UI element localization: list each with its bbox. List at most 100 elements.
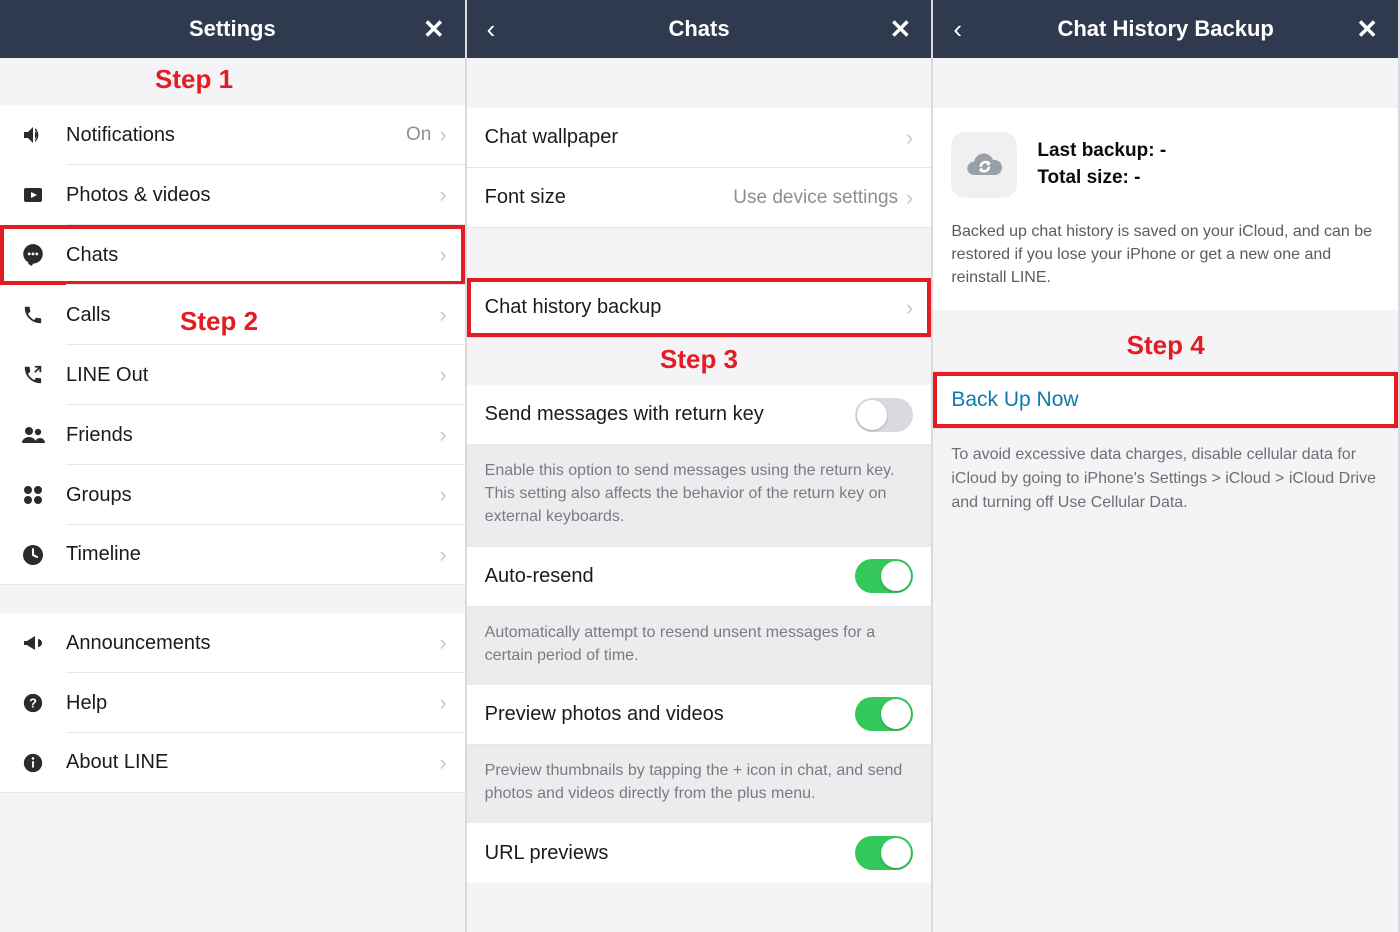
row-label: Notifications	[66, 124, 406, 147]
toggle-url-previews[interactable]	[855, 836, 913, 870]
chevron-right-icon: ›	[906, 125, 913, 151]
chats-row-autoresend[interactable]: Auto-resend	[467, 547, 932, 607]
svg-text:?: ?	[29, 696, 37, 711]
section-gap	[933, 58, 1398, 108]
section-gap	[467, 58, 932, 108]
settings-row-lineout[interactable]: LINE Out ›	[0, 345, 465, 405]
navbar-settings: Settings ✕	[0, 0, 465, 58]
back-icon[interactable]: ‹	[943, 8, 972, 51]
row-label: Help	[66, 692, 439, 715]
last-backup-text: Last backup: -	[1037, 138, 1166, 165]
volume-icon	[18, 120, 48, 150]
note-return-key: Enable this option to send messages usin…	[467, 445, 932, 547]
chats-group-returnkey: Send messages with return key	[467, 385, 932, 445]
chat-icon	[18, 240, 48, 270]
chats-group-backup: Chat history backup ›	[467, 278, 932, 338]
row-label: LINE Out	[66, 364, 439, 387]
navbar-title: Settings	[189, 16, 276, 42]
settings-list-2: Announcements › ? Help › About LINE ›	[0, 613, 465, 793]
row-label: Chat wallpaper	[485, 126, 906, 149]
chats-group-preview: Preview photos and videos	[467, 685, 932, 745]
row-label: Chat history backup	[485, 296, 906, 319]
chats-row-url-previews[interactable]: URL previews	[467, 823, 932, 883]
settings-list-1: Notifications On › Photos & videos › Cha…	[0, 105, 465, 585]
settings-row-notifications[interactable]: Notifications On ›	[0, 105, 465, 165]
chevron-right-icon: ›	[439, 630, 446, 656]
chats-group-autoresend: Auto-resend	[467, 547, 932, 607]
row-label: Photos & videos	[66, 184, 439, 207]
groups-icon	[18, 480, 48, 510]
toggle-preview[interactable]	[855, 697, 913, 731]
row-label: Send messages with return key	[485, 403, 856, 426]
settings-row-groups[interactable]: Groups ›	[0, 465, 465, 525]
settings-row-announcements[interactable]: Announcements ›	[0, 613, 465, 673]
info-icon	[18, 748, 48, 778]
settings-row-about[interactable]: About LINE ›	[0, 733, 465, 793]
settings-row-chats[interactable]: Chats ›	[0, 225, 465, 285]
chats-row-history-backup[interactable]: Chat history backup ›	[467, 278, 932, 338]
step-3-label: Step 3	[467, 338, 932, 385]
navbar-backup: ‹ Chat History Backup ✕	[933, 0, 1398, 58]
step-4-label: Step 4	[933, 310, 1398, 371]
chevron-right-icon: ›	[906, 185, 913, 211]
step-1-label: Step 1	[0, 58, 465, 105]
chats-row-preview[interactable]: Preview photos and videos	[467, 685, 932, 745]
backup-info-card: Last backup: - Total size: -	[933, 108, 1398, 210]
row-label: URL previews	[485, 842, 856, 865]
row-label: Preview photos and videos	[485, 703, 856, 726]
chevron-right-icon: ›	[906, 295, 913, 321]
chevron-right-icon: ›	[439, 690, 446, 716]
settings-row-friends[interactable]: Friends ›	[0, 405, 465, 465]
chevron-right-icon: ›	[439, 182, 446, 208]
backup-footnote: To avoid excessive data charges, disable…	[933, 429, 1398, 529]
media-icon	[18, 180, 48, 210]
row-label: About LINE	[66, 751, 439, 774]
chats-row-wallpaper[interactable]: Chat wallpaper ›	[467, 108, 932, 168]
row-value: On	[406, 124, 431, 146]
cloud-sync-icon	[951, 132, 1017, 198]
help-icon: ?	[18, 688, 48, 718]
close-icon[interactable]: ✕	[413, 8, 455, 51]
toggle-autoresend[interactable]	[855, 559, 913, 593]
toggle-return-key[interactable]	[855, 398, 913, 432]
chats-group-urlpreviews: URL previews	[467, 823, 932, 883]
chats-row-return-key[interactable]: Send messages with return key	[467, 385, 932, 445]
step-2-label: Step 2	[0, 300, 465, 347]
row-label: Auto-resend	[485, 565, 856, 588]
back-icon[interactable]: ‹	[477, 8, 506, 51]
row-value: Use device settings	[733, 187, 898, 209]
chevron-right-icon: ›	[439, 482, 446, 508]
chats-row-fontsize[interactable]: Font size Use device settings ›	[467, 168, 932, 228]
backup-now-button[interactable]: Back Up Now	[933, 371, 1398, 429]
settings-row-photos-videos[interactable]: Photos & videos ›	[0, 165, 465, 225]
settings-row-help[interactable]: ? Help ›	[0, 673, 465, 733]
section-gap	[467, 228, 932, 278]
screen-backup: ‹ Chat History Backup ✕ Last backup: - T…	[933, 0, 1400, 932]
chevron-right-icon: ›	[439, 122, 446, 148]
timeline-icon	[18, 540, 48, 570]
row-label: Timeline	[66, 543, 439, 566]
row-label: Font size	[485, 186, 734, 209]
screen-settings: Settings ✕ Step 1 Notifications On › Pho…	[0, 0, 467, 932]
backup-meta: Last backup: - Total size: -	[1037, 138, 1166, 191]
row-label: Announcements	[66, 632, 439, 655]
note-autoresend: Automatically attempt to resend unsent m…	[467, 607, 932, 685]
total-size-text: Total size: -	[1037, 165, 1166, 192]
settings-row-timeline[interactable]: Timeline ›	[0, 525, 465, 585]
backup-now-label: Back Up Now	[951, 388, 1078, 411]
friends-icon	[18, 420, 48, 450]
row-label: Groups	[66, 484, 439, 507]
navbar-title: Chat History Backup	[1057, 16, 1273, 42]
screen-chats: ‹ Chats ✕ Chat wallpaper › Font size Use…	[467, 0, 934, 932]
megaphone-icon	[18, 628, 48, 658]
chevron-right-icon: ›	[439, 422, 446, 448]
close-icon[interactable]: ✕	[1346, 8, 1388, 51]
chevron-right-icon: ›	[439, 242, 446, 268]
lineout-icon	[18, 360, 48, 390]
row-label: Friends	[66, 424, 439, 447]
backup-description: Backed up chat history is saved on your …	[933, 210, 1398, 310]
close-icon[interactable]: ✕	[880, 8, 922, 51]
navbar-title: Chats	[668, 16, 729, 42]
chevron-right-icon: ›	[439, 750, 446, 776]
row-label: Chats	[66, 244, 439, 267]
